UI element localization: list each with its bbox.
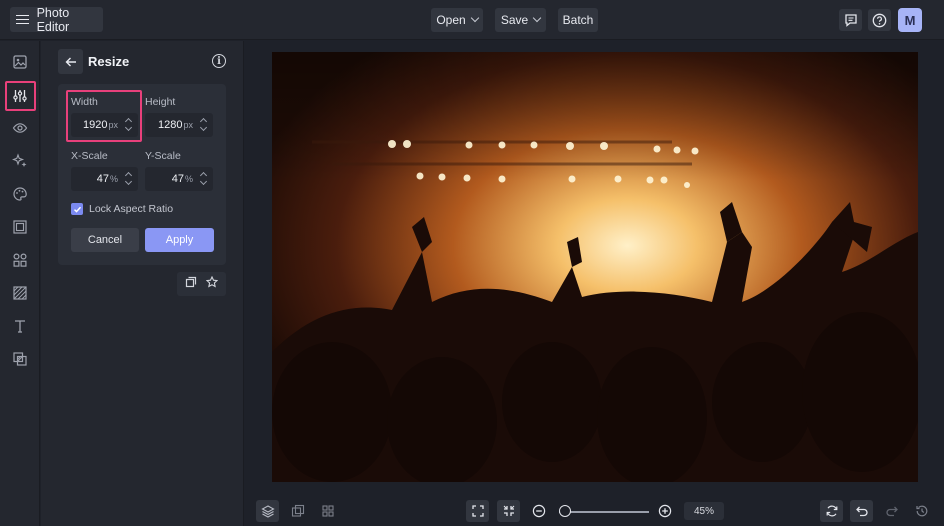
- undo-icon: [855, 506, 868, 517]
- height-stepper[interactable]: [199, 116, 209, 134]
- chevron-down-icon: [532, 13, 542, 23]
- text-icon[interactable]: [11, 317, 29, 335]
- layers-button[interactable]: [256, 500, 279, 522]
- reset-button[interactable]: [820, 500, 843, 522]
- texture-overlay-icon[interactable]: [11, 284, 29, 302]
- graphics-shapes-icon[interactable]: [11, 251, 29, 269]
- yscale-unit: %: [184, 174, 193, 184]
- zoom-in-icon: [658, 504, 671, 518]
- concert-photo[interactable]: [272, 52, 918, 482]
- yscale-label: Y-Scale: [145, 150, 181, 162]
- adjust-sliders-icon[interactable]: [11, 87, 29, 105]
- frame-icon[interactable]: [11, 218, 29, 236]
- zoom-in-button[interactable]: [653, 500, 676, 522]
- undo-button[interactable]: [850, 500, 873, 522]
- cancel-button[interactable]: Cancel: [71, 228, 139, 252]
- actual-size-button[interactable]: [497, 500, 520, 522]
- app-title: Photo Editor: [36, 5, 70, 34]
- star-icon[interactable]: [205, 275, 218, 293]
- fit-screen-button[interactable]: [466, 500, 489, 522]
- zoom-out-icon: [532, 504, 545, 518]
- user-avatar[interactable]: M: [898, 8, 922, 32]
- feedback-button[interactable]: [839, 9, 862, 31]
- yscale-input[interactable]: 47%: [145, 167, 213, 191]
- open-button[interactable]: Open: [431, 8, 483, 32]
- redo-button[interactable]: [880, 500, 903, 522]
- history-icon: [915, 505, 927, 517]
- height-label: Height: [145, 96, 176, 108]
- check-icon: [73, 206, 81, 213]
- yscale-stepper[interactable]: [199, 170, 209, 188]
- redo-icon: [885, 506, 898, 517]
- xscale-value: 47: [96, 173, 109, 185]
- save-button[interactable]: Save: [495, 8, 546, 32]
- apply-button[interactable]: Apply: [145, 228, 214, 252]
- refresh-icon: [826, 505, 837, 517]
- expand-icon: [471, 505, 484, 517]
- compare-icon: [291, 504, 304, 517]
- concert-image: [272, 52, 918, 482]
- hamburger-icon: [16, 14, 29, 25]
- panel-title: Resize: [88, 54, 130, 69]
- layers-icon: [260, 505, 275, 518]
- info-icon[interactable]: i: [212, 54, 226, 68]
- lock-aspect-label[interactable]: Lock Aspect Ratio: [89, 203, 173, 215]
- xscale-unit: %: [109, 174, 118, 184]
- grid-button[interactable]: [316, 500, 339, 522]
- height-unit: px: [183, 120, 193, 130]
- effects-sparkle-icon[interactable]: [11, 152, 29, 170]
- arrow-left-icon: [65, 57, 76, 66]
- eye-icon[interactable]: [11, 119, 29, 137]
- cutout-layers-icon[interactable]: [11, 350, 29, 368]
- comment-icon: [844, 14, 857, 27]
- xscale-stepper[interactable]: [124, 170, 134, 188]
- image-tool-icon[interactable]: [11, 53, 29, 71]
- zoom-slider-handle[interactable]: [559, 505, 571, 517]
- back-button[interactable]: [58, 49, 83, 74]
- chevron-down-icon: [470, 13, 479, 23]
- app-menu-button[interactable]: Photo Editor: [10, 5, 103, 34]
- zoom-level[interactable]: 45%: [684, 502, 724, 520]
- height-value: 1280: [158, 119, 183, 131]
- paint-palette-icon[interactable]: [11, 185, 29, 203]
- xscale-input[interactable]: 47%: [71, 167, 138, 191]
- lock-aspect-checkbox[interactable]: [71, 203, 83, 215]
- history-button[interactable]: [910, 500, 933, 522]
- zoom-out-button[interactable]: [527, 500, 550, 522]
- batch-button[interactable]: Batch: [558, 8, 598, 32]
- width-highlight: [66, 90, 142, 142]
- shrink-icon: [503, 505, 514, 516]
- duplicate-icon[interactable]: [185, 275, 197, 293]
- height-input[interactable]: 1280px: [145, 113, 213, 137]
- compare-button[interactable]: [286, 500, 309, 522]
- zoom-slider[interactable]: [559, 511, 649, 513]
- help-icon: [872, 13, 887, 27]
- panel-tools: [177, 272, 226, 296]
- help-button[interactable]: [868, 9, 891, 31]
- xscale-label: X-Scale: [71, 150, 108, 162]
- grid-icon: [321, 505, 334, 517]
- yscale-value: 47: [171, 173, 184, 185]
